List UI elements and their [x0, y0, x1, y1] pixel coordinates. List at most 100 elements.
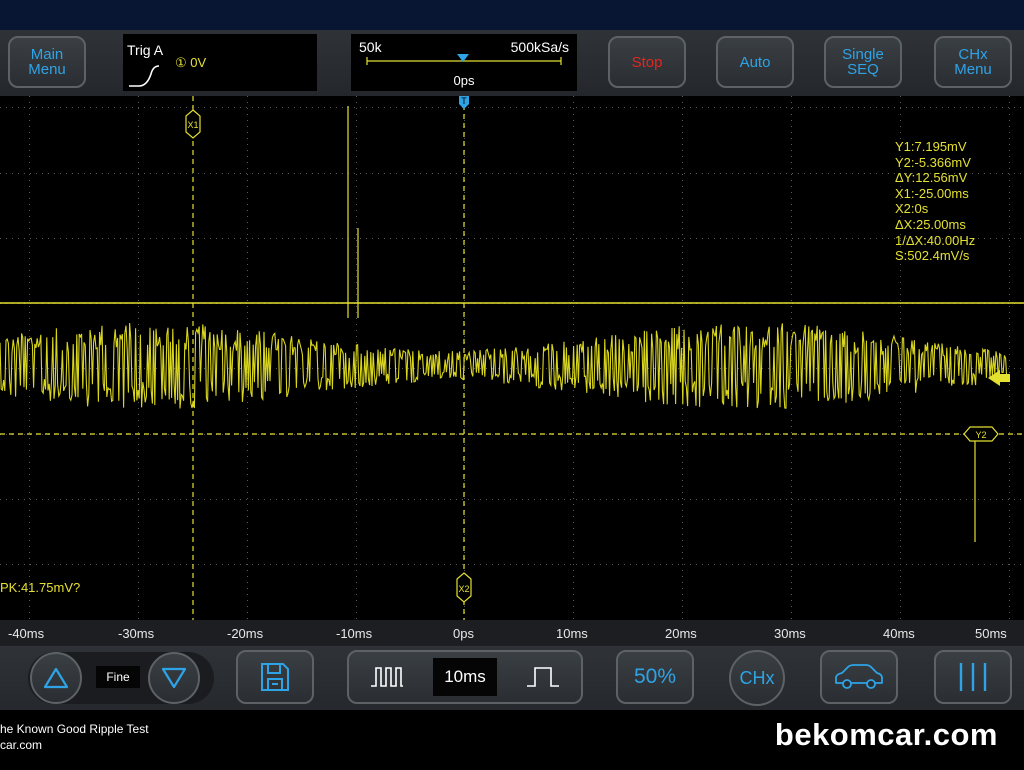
- grid-dot: [834, 238, 835, 239]
- single-seq-button[interactable]: Single SEQ: [824, 36, 902, 88]
- grid-dot: [138, 618, 139, 619]
- grid-dot: [216, 238, 217, 239]
- grid-dot: [900, 368, 901, 369]
- grid-dot: [573, 450, 574, 451]
- grid-dot: [138, 558, 139, 559]
- grid-dot: [186, 434, 187, 435]
- grid-dot: [29, 270, 30, 271]
- grid-dot: [900, 588, 901, 589]
- grid-dot: [342, 238, 343, 239]
- grid-dot: [791, 462, 792, 463]
- grid-dot: [1008, 368, 1009, 369]
- grid-dot: [426, 238, 427, 239]
- cursor-x2-marker[interactable]: X2: [456, 572, 472, 603]
- grid-dot: [1009, 114, 1010, 115]
- caption-text: he Known Good Ripple Test: [0, 722, 149, 736]
- grid-dot: [1009, 294, 1010, 295]
- grid-dot: [720, 499, 721, 500]
- grid-dot: [682, 216, 683, 217]
- decrease-button[interactable]: [148, 652, 200, 704]
- grid-dot: [456, 434, 457, 435]
- timebase-increase-button[interactable]: [505, 652, 581, 702]
- auto-diagnostics-button[interactable]: [820, 650, 898, 704]
- fine-toggle[interactable]: Fine: [96, 666, 140, 688]
- menu-bars-button[interactable]: [934, 650, 1012, 704]
- grid-dot: [6, 238, 7, 239]
- save-button[interactable]: [236, 650, 314, 704]
- grid-dot: [791, 324, 792, 325]
- grid-dot: [774, 173, 775, 174]
- grid-dot: [900, 114, 901, 115]
- trigger-panel[interactable]: Trig A ① 0V: [123, 34, 317, 91]
- grid-dot: [356, 516, 357, 517]
- grid-dot: [396, 173, 397, 174]
- grid-dot: [330, 434, 331, 435]
- grid-dot: [750, 107, 751, 108]
- fifty-percent-button[interactable]: 50%: [616, 650, 694, 704]
- grid-dot: [1009, 390, 1010, 391]
- grid-dot: [834, 107, 835, 108]
- grid-dot: [654, 107, 655, 108]
- grid-dot: [540, 564, 541, 565]
- auto-button[interactable]: Auto: [716, 36, 794, 88]
- waveform-display[interactable]: T X1 X2 Y2 Y1:7.195mV Y2:-5.366mV ΔY:12.…: [0, 96, 1024, 620]
- grid-dot: [356, 420, 357, 421]
- grid-dot: [996, 368, 997, 369]
- grid-dot: [198, 564, 199, 565]
- grid-dot: [348, 564, 349, 565]
- grid-dot: [108, 238, 109, 239]
- grid-dot: [29, 120, 30, 121]
- grid-dot: [1014, 499, 1015, 500]
- trigger-position-marker[interactable]: T: [459, 96, 469, 109]
- grid-dot: [636, 173, 637, 174]
- grid-dot: [72, 173, 73, 174]
- cursor-x1-marker[interactable]: X1: [185, 109, 201, 139]
- timebase-panel[interactable]: 50k 500kSa/s 0ps: [351, 34, 577, 91]
- grid-dot: [150, 499, 151, 500]
- grid-dot: [732, 499, 733, 500]
- grid-dot: [573, 168, 574, 169]
- chx-menu-button[interactable]: CHx Menu: [934, 36, 1012, 88]
- chx-button[interactable]: CHx: [729, 650, 785, 706]
- grid-dot: [247, 576, 248, 577]
- grid-dot: [336, 368, 337, 369]
- grid-dot: [682, 96, 683, 97]
- grid-dot: [791, 294, 792, 295]
- grid-dot: [354, 564, 355, 565]
- grid-dot: [573, 144, 574, 145]
- grid-dot: [624, 238, 625, 239]
- grid-dot: [240, 238, 241, 239]
- cursor-y2-marker[interactable]: Y2: [963, 426, 999, 442]
- grid-dot: [750, 238, 751, 239]
- grid-dot: [306, 238, 307, 239]
- grid-dot: [396, 107, 397, 108]
- grid-dot: [1009, 570, 1010, 571]
- stop-button[interactable]: Stop: [608, 36, 686, 88]
- grid-dot: [330, 499, 331, 500]
- grid-dot: [120, 238, 121, 239]
- grid-dot: [486, 238, 487, 239]
- main-menu-button[interactable]: Main Menu: [8, 36, 86, 88]
- grid-dot: [546, 564, 547, 565]
- grid-dot: [791, 318, 792, 319]
- grid-dot: [1009, 150, 1010, 151]
- grid-dot: [464, 246, 465, 247]
- grid-dot: [96, 107, 97, 108]
- grid-dot: [168, 238, 169, 239]
- grid-dot: [300, 368, 301, 369]
- increase-button[interactable]: [30, 652, 82, 704]
- grid-dot: [356, 144, 357, 145]
- grid-dot: [894, 564, 895, 565]
- grid-dot: [12, 173, 13, 174]
- grid-dot: [588, 564, 589, 565]
- grid-dot: [1009, 486, 1010, 487]
- grid-dot: [108, 499, 109, 500]
- grid-dot: [144, 564, 145, 565]
- grid-dot: [498, 368, 499, 369]
- grid-dot: [138, 162, 139, 163]
- grid-dot: [791, 600, 792, 601]
- fast-pulse-icon: [371, 667, 403, 687]
- grid-dot: [682, 474, 683, 475]
- grid-dot: [726, 368, 727, 369]
- timebase-decrease-button[interactable]: [349, 652, 425, 702]
